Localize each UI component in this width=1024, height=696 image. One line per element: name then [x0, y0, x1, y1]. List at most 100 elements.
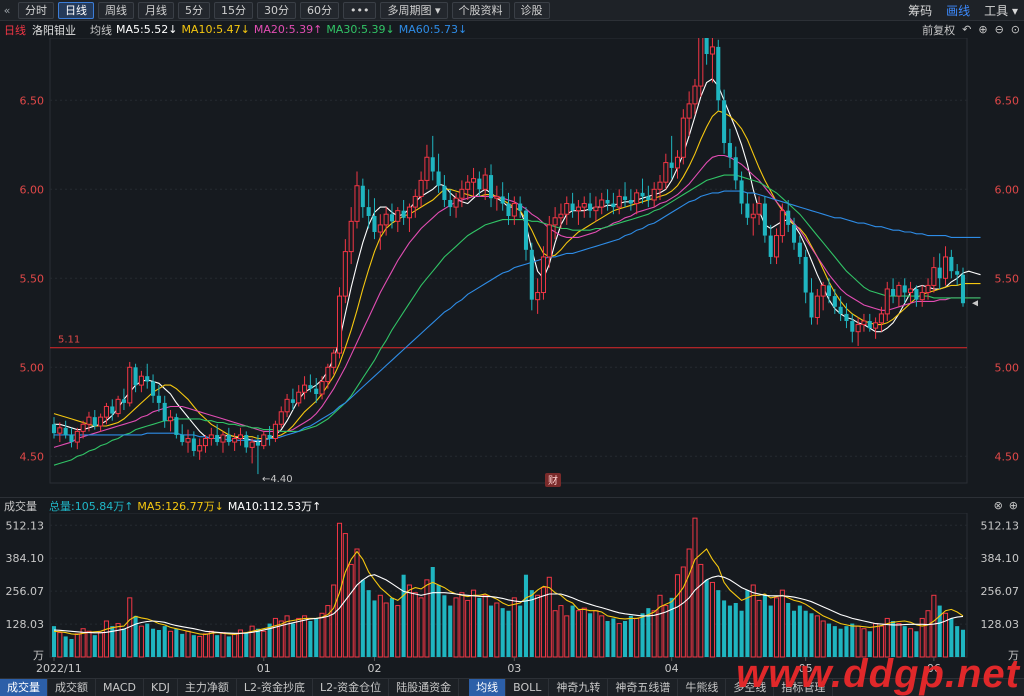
indicator-tab-12[interactable]: 牛熊线	[678, 679, 727, 696]
volume-bar	[202, 633, 209, 658]
candle-body	[372, 216, 377, 233]
volume-bar	[692, 517, 698, 658]
volume-bar	[832, 626, 837, 657]
period-button-7[interactable]: 60分	[300, 1, 339, 19]
candle-body	[651, 188, 657, 201]
volume-bar	[575, 610, 581, 658]
volume-bar	[931, 594, 937, 658]
indicator-tab-4[interactable]: 主力净额	[178, 679, 237, 696]
candle-body	[162, 402, 167, 421]
indicator-tab-13[interactable]: 多空线	[726, 679, 775, 696]
period-button-9[interactable]: 多周期图 ▾	[380, 1, 448, 19]
volume-bar	[167, 630, 174, 658]
volume-bar	[698, 563, 704, 658]
volume-bar	[57, 632, 63, 658]
undo-icon[interactable]: ↶	[962, 23, 971, 36]
period-button-1[interactable]: 日线	[58, 1, 94, 19]
volume-bar	[756, 599, 762, 658]
candle-body	[878, 313, 884, 324]
candle-body	[442, 185, 447, 200]
volume-bar	[739, 610, 744, 657]
ma60-value: MA60:5.73↓	[398, 23, 468, 36]
ma-group-label[interactable]: 均线	[90, 22, 112, 38]
period-button-3[interactable]: 月线	[138, 1, 174, 19]
indicator-tab-1[interactable]: 成交额	[48, 679, 96, 696]
candle-body	[86, 416, 92, 425]
volume-tick-right: 512.13	[981, 519, 1020, 532]
volume-bar	[605, 621, 610, 657]
toolbar-right-item-2[interactable]: 工具 ▾	[984, 2, 1018, 19]
candle-body	[115, 398, 121, 415]
volume-bar	[366, 590, 371, 657]
volume-bar	[786, 603, 791, 657]
add-icon[interactable]: ⊕	[1009, 499, 1018, 512]
period-button-4[interactable]: 5分	[178, 1, 210, 19]
price-annotation: ←4.40	[262, 474, 293, 485]
volume-bar	[593, 610, 599, 658]
period-button-5[interactable]: 15分	[214, 1, 253, 19]
volume-bar	[896, 623, 902, 658]
volume-total: 总量:105.84万↑	[49, 499, 134, 513]
volume-bar	[442, 595, 447, 657]
volume-bar	[406, 584, 412, 658]
volume-bar	[494, 602, 500, 658]
period-button-2[interactable]: 周线	[98, 1, 134, 19]
candle-body	[558, 213, 564, 219]
volume-tick-right: 万	[1008, 649, 1019, 662]
volume-tick-left: 512.13	[6, 519, 45, 532]
indicator-tab-10[interactable]: 神奇九转	[549, 679, 609, 696]
adjust-select[interactable]: 前复权	[922, 22, 955, 38]
toolbar-right-item-0[interactable]: 筹码	[908, 2, 932, 19]
period-button-10[interactable]: 个股资料	[451, 1, 510, 19]
candle-body	[523, 210, 529, 250]
candle-body	[342, 251, 348, 297]
volume-bar	[581, 607, 587, 658]
indicator-tab-0[interactable]: 成交量	[0, 679, 48, 696]
volume-bar	[762, 595, 767, 657]
more-options-icon[interactable]: ⊙	[1011, 23, 1020, 36]
period-button-8[interactable]: •••	[343, 1, 377, 19]
volume-tick-left: 384.10	[6, 552, 45, 565]
indicator-tab-8[interactable]: 均线	[469, 679, 507, 696]
indicator-tab-6[interactable]: L2-资金仓位	[313, 679, 390, 696]
volume-bar	[115, 623, 121, 658]
candle-body	[908, 288, 914, 294]
volume-bar	[488, 605, 494, 657]
close-icon[interactable]: ⊗	[994, 499, 1003, 512]
candle-body	[791, 224, 797, 243]
volume-bar	[640, 613, 645, 657]
volume-bar	[797, 605, 802, 657]
indicator-tab-14[interactable]: 指标管理	[774, 679, 834, 696]
period-button-0[interactable]: 分时	[18, 1, 54, 19]
indicator-tab-2[interactable]: MACD	[96, 679, 144, 696]
volume-bar	[500, 608, 505, 657]
candle-body	[646, 196, 651, 200]
candle-body	[809, 292, 814, 318]
period-button-6[interactable]: 30分	[257, 1, 296, 19]
volume-bar	[477, 597, 482, 657]
volume-bar	[844, 626, 849, 657]
indicator-tab-11[interactable]: 神奇五线谱	[608, 679, 679, 696]
indicator-tab-9[interactable]: BOLL	[506, 679, 550, 696]
volume-chart[interactable]: 512.13 512.13 384.10 384.10 256.07 256.07 128.…	[0, 513, 1024, 678]
volume-bar	[261, 630, 267, 658]
toolbar-right-item-1[interactable]: 画线	[946, 2, 970, 19]
kline-chart[interactable]: 6.50 6.50 6.00 6.00 5.50 5.50 5.00 5.00 4.50 4.50…	[0, 38, 1024, 497]
indicator-tab-5[interactable]: L2-资金抄底	[237, 679, 314, 696]
zoom-out-icon[interactable]: ⊖	[995, 23, 1004, 36]
period-button-11[interactable]: 诊股	[513, 1, 550, 19]
indicator-tab-3[interactable]: KDJ	[144, 679, 178, 696]
collapse-icon[interactable]: «	[0, 4, 14, 17]
volume-bar	[162, 626, 167, 657]
volume-bar	[686, 548, 692, 658]
candle-body	[151, 381, 156, 396]
x-tick-label: 03	[507, 662, 521, 675]
candle-body	[255, 442, 260, 446]
x-tick-label: 2022/11	[36, 662, 82, 675]
volume-bar	[383, 602, 389, 658]
volume-bar	[768, 605, 773, 657]
candle-body	[92, 417, 97, 427]
indicator-info-line: 日线 洛阳钼业 均线 MA5:5.52↓ MA10:5.47↓ MA20:5.3…	[0, 21, 1024, 38]
indicator-tab-7[interactable]: 陆股通资金	[389, 679, 460, 696]
zoom-in-icon[interactable]: ⊕	[978, 23, 987, 36]
